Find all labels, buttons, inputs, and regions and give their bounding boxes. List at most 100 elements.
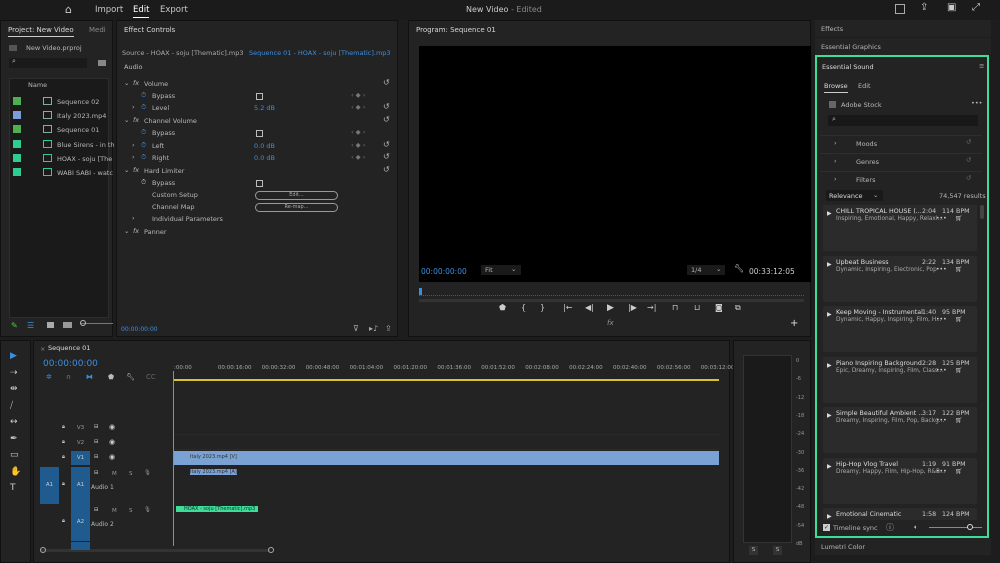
play-icon[interactable]: ▶ [827, 463, 832, 470]
sound-track-card[interactable]: ▶ Piano Inspiring Background 2:28 125 BPM Ep… [823, 356, 977, 403]
bypass-checkbox[interactable] [256, 93, 263, 100]
sync-lock-icon[interactable]: ⊟ [94, 424, 99, 430]
project-item[interactable]: HOAX - soju [The [10, 153, 112, 165]
eye-icon[interactable]: ◉ [109, 423, 115, 431]
solo-button[interactable]: S [129, 508, 133, 514]
track-select-tool-icon[interactable]: ⇢ [10, 368, 18, 378]
volume-slider[interactable] [929, 524, 982, 530]
solo-right-button[interactable]: S [773, 546, 782, 555]
mic-icon[interactable]: 🎙︎ [144, 507, 151, 513]
source-clip[interactable]: Source - HOAX - soju [Thematic].mp3 [122, 49, 244, 57]
playhead[interactable] [419, 288, 422, 295]
reset-icon[interactable]: ↺ [383, 115, 390, 124]
expand-chevron-icon[interactable]: › [132, 214, 135, 222]
expand-chevron-icon[interactable]: ⌄ [124, 227, 129, 235]
close-icon[interactable]: × [40, 345, 45, 353]
program-scrubber[interactable] [419, 288, 804, 296]
more-icon[interactable]: ••• [936, 316, 947, 323]
add-marker-icon[interactable]: ⬟ [108, 373, 114, 381]
expand-chevron-icon[interactable]: › [132, 153, 135, 161]
rectangle-tool-icon[interactable]: ▭ [10, 450, 19, 460]
fit-dropdown[interactable]: Fit ⌄ [481, 265, 521, 275]
expand-chevron-icon[interactable]: ⌄ [124, 116, 129, 124]
list-view-icon[interactable]: ☰ [27, 321, 34, 330]
source-patch-a1[interactable]: A1 [40, 467, 59, 504]
play-audio-icon[interactable]: ▸♪ [369, 324, 378, 333]
column-name[interactable]: Name [28, 81, 47, 89]
tab-project[interactable]: Project: New Video [8, 26, 74, 37]
hand-tool-icon[interactable]: ✋ [10, 467, 21, 477]
share-icon[interactable]: ⇪ [920, 2, 928, 13]
bypass-checkbox[interactable] [256, 180, 263, 187]
stopwatch-icon[interactable]: ⏱︎ [141, 103, 146, 112]
quick-export-icon[interactable] [895, 4, 905, 14]
project-item[interactable]: Blue Sirens - in th [10, 139, 115, 151]
param-value[interactable]: 0.0 dB [254, 154, 275, 162]
tab-browse[interactable]: Browse [824, 82, 848, 93]
reset-icon[interactable]: ↺ [966, 156, 971, 164]
fullscreen-icon[interactable]: ⤢ [972, 2, 980, 13]
fx-icon[interactable]: fx [133, 227, 139, 235]
lock-icon[interactable]: 🔒︎ [62, 518, 65, 525]
snap-icon[interactable]: ∩ [66, 373, 71, 381]
nav-export[interactable]: Export [160, 5, 188, 15]
sync-lock-icon[interactable]: ⊟ [94, 507, 99, 513]
wrench-icon[interactable]: 🔧︎ [734, 264, 744, 273]
extract-icon[interactable]: ⊔ [694, 303, 700, 312]
pen-tool-icon[interactable]: ✒ [10, 434, 18, 444]
icon-view-icon[interactable] [47, 322, 54, 328]
lock-icon[interactable]: 🔒︎ [62, 481, 65, 488]
resolution-dropdown[interactable]: 1/4 ⌄ [687, 265, 725, 275]
add-button-icon[interactable]: + [790, 318, 798, 329]
play-icon[interactable]: ▶ [827, 362, 832, 369]
tab-effect-controls[interactable]: Effect Controls [124, 26, 175, 34]
volume-icon[interactable]: 🔈︎ [914, 523, 918, 532]
play-icon[interactable]: ▶ [827, 210, 832, 217]
param-button[interactable]: Edit... [255, 191, 338, 200]
param-button[interactable]: Re-map... [255, 203, 338, 212]
play-icon[interactable]: ▶ [827, 412, 832, 419]
expand-chevron-icon[interactable]: › [132, 103, 135, 111]
mic-icon[interactable]: 🎙︎ [144, 470, 151, 476]
stopwatch-icon[interactable]: ⏱︎ [141, 178, 146, 187]
play-icon[interactable]: ▶ [827, 261, 832, 268]
play-icon[interactable]: ▶ [607, 303, 614, 313]
play-icon[interactable]: ▶ [827, 311, 832, 318]
keyframe-nav-icon[interactable]: ‹ ◆ › [351, 153, 365, 161]
step-back-icon[interactable]: ◀| [585, 303, 594, 312]
reset-icon[interactable]: ↺ [966, 174, 971, 182]
more-icon[interactable]: ••• [936, 266, 947, 273]
keyframe-nav-icon[interactable]: ‹ ◆ › [351, 141, 365, 149]
zoom-bar[interactable] [419, 299, 804, 302]
project-search-input[interactable]: ⌕ [9, 57, 87, 68]
more-icon[interactable]: ••• [936, 417, 947, 424]
mark-out-icon[interactable]: } [540, 303, 545, 312]
captions-icon[interactable]: CC [146, 373, 156, 381]
fx-icon[interactable]: fx [133, 116, 139, 124]
sound-track-card[interactable]: ▶ Simple Beautiful Ambient ... 3:17 122 BPM… [823, 407, 977, 453]
cart-icon[interactable]: 🛒︎ [955, 417, 963, 424]
type-tool-icon[interactable]: T [10, 483, 16, 493]
sequence-clip[interactable]: Sequence 01 - HOAX - soju [Thematic].mp3 [249, 49, 391, 57]
project-item[interactable]: Sequence 02 [10, 96, 108, 108]
more-icon[interactable]: ••• [971, 99, 983, 107]
reset-icon[interactable]: ↺ [383, 152, 390, 161]
program-timecode[interactable]: 00:00:00:00 [421, 267, 467, 276]
sound-search-input[interactable]: ⌕ [828, 115, 978, 126]
lock-icon[interactable]: 🔒︎ [62, 454, 65, 461]
lock-icon[interactable]: 🔒︎ [62, 424, 65, 431]
stopwatch-icon[interactable]: ⏱︎ [141, 91, 146, 100]
sound-track-card[interactable]: ▶ Emotional Cinematic 1:58 124 BPM [823, 508, 977, 520]
pencil-icon[interactable]: ✎ [11, 321, 18, 330]
sound-track-card[interactable]: ▶ Upbeat Business 2:22 134 BPM Dynamic, Insp… [823, 255, 977, 302]
ripple-edit-tool-icon[interactable]: ⇹ [10, 384, 18, 394]
sort-dropdown[interactable]: Relevance ⌄ [826, 190, 883, 201]
razor-tool-icon[interactable]: ⧸ [10, 401, 13, 411]
filter-filters[interactable]: › Filters ↺ [820, 171, 982, 187]
stopwatch-icon[interactable]: ⏱︎ [141, 141, 146, 150]
filter-icon[interactable]: ⊽ [353, 324, 359, 333]
fx-icon[interactable]: fx [133, 166, 139, 174]
track-label-v1[interactable]: V1 [71, 451, 90, 465]
info-icon[interactable]: ⓘ [886, 522, 894, 533]
stopwatch-icon[interactable]: ⏱︎ [141, 153, 146, 162]
